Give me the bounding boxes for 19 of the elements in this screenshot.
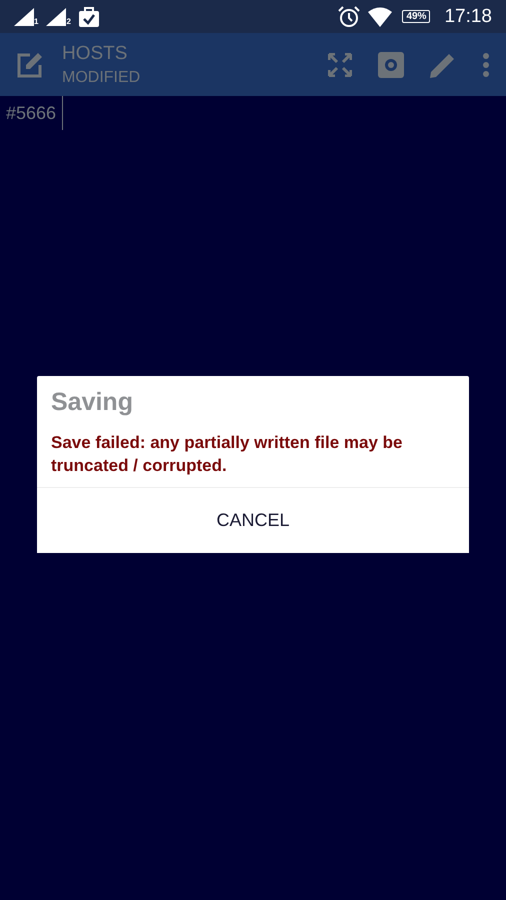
error-message: Save failed: any partially written file may be truncated / corrupted. [50,432,404,477]
signal-icon [46,8,66,26]
battery-level: 49% [402,10,430,23]
settings-icon[interactable] [378,52,404,78]
editor-text[interactable]: #5666 [0,96,64,130]
edit-note-icon[interactable] [16,50,44,78]
fullscreen-icon[interactable] [328,52,352,76]
sim-label: 1 [34,16,38,26]
sim-label: 2 [66,16,71,26]
pencil-icon[interactable] [430,52,456,78]
clock-time: 17:18 [444,6,492,28]
more-icon[interactable] [482,52,490,76]
briefcase-check-icon [78,6,99,26]
file-title: HOSTS [62,42,128,64]
alarm-icon [338,6,360,28]
wifi-icon [368,6,394,26]
dialog-title: Saving [50,387,134,417]
file-status: MODIFIED [62,68,142,86]
signal-icon [14,8,34,26]
